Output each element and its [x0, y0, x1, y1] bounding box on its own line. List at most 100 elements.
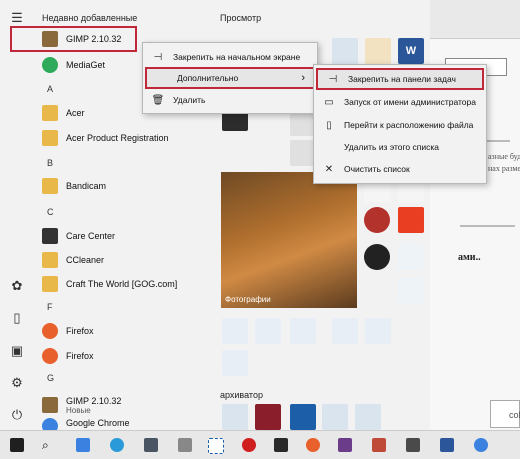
edge-icon[interactable]	[110, 438, 124, 452]
menu-item-label: Запуск от имени администратора	[344, 97, 476, 107]
windows-start-icon[interactable]	[10, 438, 24, 452]
photos-tile[interactable]: Фотографии	[221, 172, 357, 308]
app-label: Google Chrome	[66, 418, 130, 428]
trash-icon: 🗑	[151, 94, 165, 106]
letter-header[interactable]: G	[47, 373, 54, 383]
taskbar-app-icon[interactable]	[338, 438, 352, 452]
app-label: Craft The World [GOG.com]	[66, 279, 178, 289]
app-tile[interactable]	[365, 38, 391, 64]
recent-header: Недавно добавленные	[42, 13, 138, 23]
app-label: Care Center	[66, 231, 116, 241]
word-icon[interactable]	[440, 438, 454, 452]
menu-item-label: Закрепить на панели задач	[348, 74, 456, 84]
document-text-line: нах разме	[488, 164, 520, 173]
menu-item-uninstall[interactable]: 🗑 Удалить	[143, 89, 317, 111]
app-tile[interactable]	[255, 404, 281, 430]
menu-item-label: Дополнительно	[177, 73, 239, 83]
chrome-icon[interactable]	[474, 438, 488, 452]
letter-header[interactable]: C	[47, 207, 54, 217]
app-care-center[interactable]: Care Center	[42, 225, 207, 247]
document-ribbon	[430, 0, 520, 39]
submenu-arrow-icon: ›	[301, 72, 305, 84]
menu-item-label: Удалить из этого списка	[344, 142, 439, 152]
power-icon[interactable]: ⏻	[9, 407, 25, 423]
app-tile[interactable]	[322, 404, 348, 430]
app-tile[interactable]	[290, 318, 316, 344]
pictures-icon[interactable]: ▣	[9, 343, 25, 359]
menu-item-label: Удалить	[173, 95, 206, 105]
letter-header[interactable]: F	[47, 302, 53, 312]
app-bandicam[interactable]: Bandicam	[42, 175, 207, 197]
app-tile[interactable]	[222, 404, 248, 430]
app-tile[interactable]	[222, 350, 248, 376]
folder-icon	[42, 105, 58, 121]
submenu-item-pin-taskbar[interactable]: ⊣ Закрепить на панели задач	[316, 68, 484, 90]
submenu-item-clear-list[interactable]: ✕ Очистить список	[314, 158, 486, 180]
app-firefox-2[interactable]: Firefox	[42, 345, 207, 367]
document-heading: ами..	[458, 252, 481, 263]
app-tile[interactable]	[332, 38, 358, 64]
document-text-line: азные буде	[488, 152, 520, 161]
mediaget-icon	[42, 57, 58, 73]
letter-header[interactable]: B	[47, 158, 53, 168]
app-tile[interactable]	[290, 404, 316, 430]
submenu-item-remove-from-list[interactable]: Удалить из этого списка	[314, 136, 486, 158]
taskbar-app-icon[interactable]	[372, 438, 386, 452]
context-menu: ⊣ Закрепить на начальном экране Дополнит…	[142, 42, 318, 114]
firefox-icon[interactable]	[306, 438, 320, 452]
app-craft-the-world[interactable]: Craft The World [GOG.com]	[42, 273, 207, 295]
document-tab[interactable]: colla	[490, 400, 520, 428]
office-tile-icon[interactable]	[398, 207, 424, 233]
app-label: Acer	[66, 108, 85, 118]
pin-taskbar-icon: ⊣	[328, 73, 338, 85]
submenu-item-run-as-admin[interactable]: ▭ Запуск от имени администратора	[314, 91, 486, 113]
firefox-icon	[42, 348, 58, 364]
taskbar-app-icon[interactable]	[274, 438, 288, 452]
documents-icon[interactable]: ▯	[9, 310, 25, 326]
firefox-icon	[42, 323, 58, 339]
menu-item-label: Закрепить на начальном экране	[173, 52, 301, 62]
word-tile-icon[interactable]: W	[398, 38, 424, 64]
app-google-chrome[interactable]: Google Chrome	[42, 418, 207, 430]
app-tile[interactable]	[398, 244, 424, 270]
app-firefox[interactable]: Firefox	[42, 320, 207, 342]
letter-header[interactable]: A	[47, 84, 53, 94]
app-gimp[interactable]: GIMP 2.10.32 Новые	[42, 392, 207, 418]
pin-icon: ⊣	[153, 51, 163, 63]
app-label: Firefox	[66, 326, 94, 336]
menu-item-more[interactable]: Дополнительно ›	[145, 67, 315, 89]
folder-icon	[42, 276, 58, 292]
snip-icon[interactable]	[208, 438, 224, 454]
record-icon[interactable]	[242, 438, 256, 452]
taskbar-app-icon[interactable]	[406, 438, 420, 452]
menu-item-pin-start[interactable]: ⊣ Закрепить на начальном экране	[143, 46, 317, 68]
folder-icon	[42, 130, 58, 146]
app-tile[interactable]	[398, 278, 424, 304]
app-tile[interactable]	[222, 318, 248, 344]
app-tile[interactable]	[355, 404, 381, 430]
app-tile[interactable]	[365, 318, 391, 344]
app-label: Bandicam	[66, 181, 107, 191]
chrome-icon	[42, 418, 58, 430]
taskbar-app-icon[interactable]	[76, 438, 90, 452]
app-acer-registration[interactable]: Acer Product Registration	[42, 127, 207, 149]
menu-item-label: Перейти к расположению файла	[344, 120, 474, 130]
app-label: Acer Product Registration	[66, 133, 169, 143]
app-ccleaner[interactable]: CCleaner	[42, 249, 207, 271]
archiver-group-header: архиватор	[220, 390, 263, 400]
submenu-item-open-location[interactable]: ▯ Перейти к расположению файла	[314, 114, 486, 136]
search-icon[interactable]: ⌕	[42, 438, 56, 452]
app-tile[interactable]	[364, 207, 390, 233]
app-label: Firefox	[66, 351, 94, 361]
hamburger-menu-icon[interactable]: ☰	[9, 10, 25, 26]
gimp-icon	[42, 397, 58, 413]
app-tile[interactable]	[255, 318, 281, 344]
taskbar-app-icon[interactable]	[144, 438, 158, 452]
settings-gear-icon[interactable]: ⚙	[9, 375, 25, 391]
app-tile[interactable]	[364, 244, 390, 270]
taskbar-app-icon[interactable]	[178, 438, 192, 452]
app-label: CCleaner	[66, 255, 105, 265]
user-avatar-icon[interactable]: ✿	[9, 278, 25, 294]
app-tile[interactable]	[332, 318, 358, 344]
admin-icon: ▭	[324, 96, 334, 108]
